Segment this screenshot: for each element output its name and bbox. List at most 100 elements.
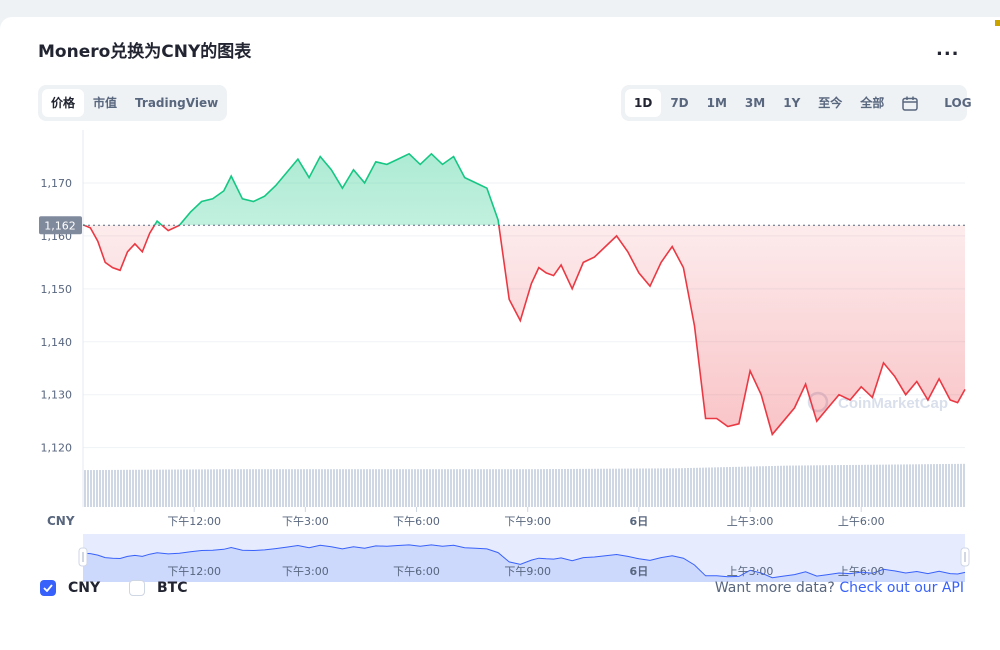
volume-bar xyxy=(657,468,659,507)
volume-bar xyxy=(459,469,461,507)
volume-bar xyxy=(876,464,878,507)
volume-bar xyxy=(738,466,740,507)
volume-bar xyxy=(636,468,638,507)
volume-bar xyxy=(360,469,362,507)
volume-bar xyxy=(651,468,653,507)
volume-bar xyxy=(882,464,884,507)
volume-bar xyxy=(774,465,776,507)
volume-bar xyxy=(951,463,953,507)
api-link[interactable]: Check out our API xyxy=(839,580,964,596)
volume-bar xyxy=(306,469,308,507)
volume-bar xyxy=(720,467,722,507)
volume-bar xyxy=(849,464,851,507)
volume-bar xyxy=(522,469,524,507)
volume-bar xyxy=(633,468,635,507)
volume-bar xyxy=(177,469,179,507)
volume-bar xyxy=(918,464,920,507)
volume-bar xyxy=(786,465,788,507)
volume-bar xyxy=(783,465,785,507)
volume-bar xyxy=(153,469,155,507)
navigator-tick-label: 6日 xyxy=(630,565,649,578)
volume-bar xyxy=(780,465,782,507)
volume-bar xyxy=(261,469,263,507)
volume-bar xyxy=(288,469,290,507)
volume-bar xyxy=(336,469,338,507)
checkbox-unchecked-icon[interactable] xyxy=(129,580,145,596)
volume-bar xyxy=(837,465,839,507)
volume-bar xyxy=(594,468,596,507)
volume-bar xyxy=(660,468,662,507)
volume-bar xyxy=(201,469,203,507)
volume-bar xyxy=(519,469,521,507)
volume-bar xyxy=(309,469,311,507)
volume-bar xyxy=(408,469,410,507)
volume-bar xyxy=(831,465,833,507)
volume-bar xyxy=(513,469,515,507)
area-fill-below xyxy=(84,225,965,435)
volume-bar xyxy=(717,467,719,507)
volume-bar xyxy=(372,469,374,507)
volume-bar xyxy=(813,465,815,507)
y-tick-label: 1,130 xyxy=(41,389,73,402)
legend-btc[interactable]: BTC xyxy=(129,580,188,596)
checkbox-checked-icon[interactable] xyxy=(40,580,56,596)
volume-bar xyxy=(834,465,836,507)
volume-bar xyxy=(300,469,302,507)
legend-cny[interactable]: CNY xyxy=(40,580,100,596)
volume-bar xyxy=(435,469,437,507)
volume-bar xyxy=(957,463,959,507)
volume-bar xyxy=(624,468,626,507)
volume-bar xyxy=(765,466,767,507)
volume-bar xyxy=(846,465,848,507)
volume-bar xyxy=(771,465,773,507)
volume-bar xyxy=(384,469,386,507)
volume-bar xyxy=(744,466,746,507)
volume-bar xyxy=(438,469,440,507)
volume-bar xyxy=(294,469,296,507)
volume-bar xyxy=(819,465,821,507)
volume-bar xyxy=(405,469,407,507)
volume-bar xyxy=(423,469,425,507)
volume-bar xyxy=(393,469,395,507)
volume-bar xyxy=(645,468,647,507)
volume-bar xyxy=(909,464,911,507)
volume-bar xyxy=(891,464,893,507)
volume-bar xyxy=(714,467,716,507)
volume-bar xyxy=(885,464,887,507)
volume-bar xyxy=(207,469,209,507)
volume-bar xyxy=(240,469,242,507)
volume-bar xyxy=(96,470,98,507)
volume-bar xyxy=(270,469,272,507)
volume-bar xyxy=(936,464,938,507)
volume-bar xyxy=(375,469,377,507)
volume-bar xyxy=(429,469,431,507)
volume-bar xyxy=(915,464,917,507)
volume-bar xyxy=(282,469,284,507)
volume-bar xyxy=(417,469,419,507)
volume-bar xyxy=(927,464,929,507)
volume-bar xyxy=(615,468,617,507)
volume-bar xyxy=(432,469,434,507)
volume-bar xyxy=(420,469,422,507)
volume-bar xyxy=(528,469,530,507)
y-tick-label: 1,150 xyxy=(41,283,73,296)
volume-bar xyxy=(945,464,947,507)
volume-bar xyxy=(609,468,611,507)
volume-bar xyxy=(822,465,824,507)
volume-bar xyxy=(183,469,185,507)
volume-bar xyxy=(699,467,701,507)
y-tick-label: 1,170 xyxy=(41,177,73,190)
volume-bar xyxy=(552,469,554,507)
volume-bar xyxy=(117,469,119,507)
volume-bar xyxy=(165,469,167,507)
volume-bar xyxy=(120,469,122,507)
volume-bar xyxy=(879,464,881,507)
volume-bar xyxy=(351,469,353,507)
navigator-tick-label: 上午3:00 xyxy=(727,565,774,578)
volume-bar xyxy=(108,469,110,507)
volume-bar xyxy=(231,469,233,507)
volume-bar xyxy=(171,469,173,507)
price-chart[interactable]: 1,1201,1301,1401,1501,1601,170CoinMarket… xyxy=(0,0,1000,650)
volume-bar xyxy=(864,464,866,507)
volume-bar xyxy=(483,469,485,507)
